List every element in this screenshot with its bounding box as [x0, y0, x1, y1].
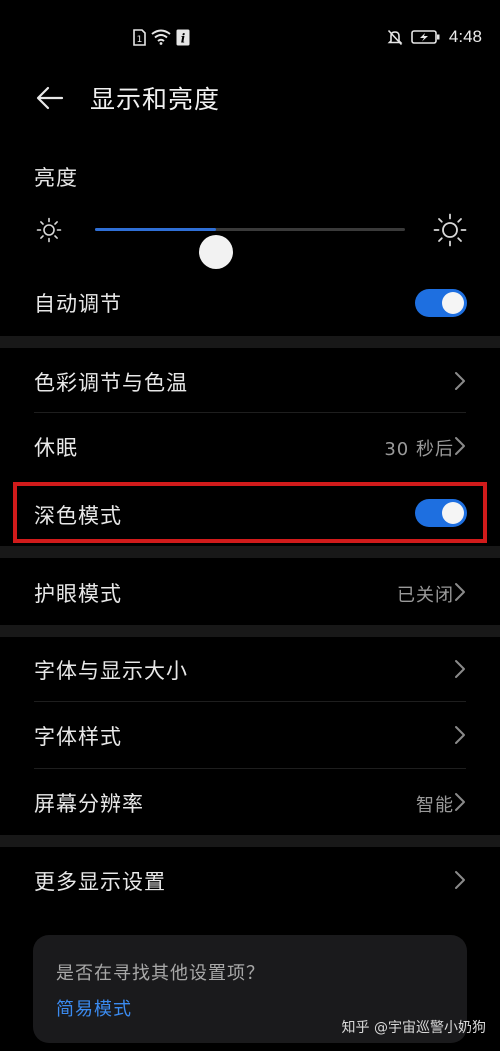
section-gap — [0, 546, 500, 558]
chevron-right-icon — [455, 372, 465, 390]
svg-text:1: 1 — [137, 35, 143, 45]
more-display-settings-label: 更多显示设置 — [34, 870, 166, 894]
chevron-right-icon — [455, 583, 465, 601]
resolution-value: 智能 — [416, 795, 454, 816]
brightness-slider-fill — [95, 228, 216, 231]
info-icon: i — [176, 29, 190, 45]
back-button[interactable] — [30, 78, 70, 118]
back-arrow-icon — [36, 86, 64, 110]
page-title: 显示和亮度 — [90, 85, 221, 114]
divider — [34, 768, 466, 769]
sun-small-icon — [36, 217, 62, 243]
more-display-settings-row[interactable]: 更多显示设置 — [0, 849, 500, 911]
sim-icon: 1 — [133, 28, 146, 46]
status-left-icons: 1 i — [133, 26, 190, 48]
resolution-row[interactable]: 屏幕分辨率 智能 — [0, 770, 500, 832]
font-style-row[interactable]: 字体样式 — [0, 703, 500, 767]
font-style-label: 字体样式 — [34, 725, 122, 749]
watermark: 知乎 @宇宙巡警小奶狗 — [341, 1020, 486, 1036]
highlight-box — [13, 482, 487, 543]
section-gap — [0, 835, 500, 847]
sleep-row[interactable]: 休眠 30 秒后 — [0, 414, 500, 478]
chevron-right-icon — [455, 793, 465, 811]
section-gap — [0, 336, 500, 348]
section-gap — [0, 625, 500, 637]
sun-large-icon — [433, 213, 467, 247]
chevron-right-icon — [455, 871, 465, 889]
divider — [34, 701, 466, 702]
font-size-row[interactable]: 字体与显示大小 — [0, 638, 500, 700]
mute-icon — [387, 29, 403, 45]
color-temperature-label: 色彩调节与色温 — [34, 371, 188, 395]
battery-charging-icon — [411, 30, 440, 44]
brightness-slider-thumb[interactable] — [198, 235, 233, 269]
svg-text:i: i — [181, 31, 186, 45]
sleep-value: 30 秒后 — [384, 439, 454, 460]
auto-adjust-label: 自动调节 — [34, 292, 122, 316]
suggestion-text: 是否在寻找其他设置项？ — [56, 963, 265, 984]
auto-adjust-toggle[interactable] — [415, 289, 467, 317]
header: 显示和亮度 — [0, 74, 500, 122]
sleep-label: 休眠 — [34, 436, 78, 460]
color-temperature-row[interactable]: 色彩调节与色温 — [0, 350, 500, 412]
chevron-right-icon — [455, 660, 465, 678]
wifi-icon — [151, 29, 171, 45]
eye-comfort-value: 已关闭 — [397, 585, 454, 606]
font-size-label: 字体与显示大小 — [34, 659, 188, 683]
status-right-icons: 4:48 — [387, 26, 482, 48]
status-bar: 1 i 4:48 — [0, 0, 500, 74]
status-time: 4:48 — [448, 27, 482, 46]
toggle-knob — [442, 292, 464, 314]
brightness-slider-row — [0, 205, 500, 269]
simple-mode-link[interactable]: 简易模式 — [56, 995, 132, 1021]
resolution-label: 屏幕分辨率 — [34, 792, 144, 816]
auto-adjust-row[interactable]: 自动调节 — [0, 276, 500, 330]
eye-comfort-row[interactable]: 护眼模式 已关闭 — [0, 560, 500, 622]
brightness-label: 亮度 — [34, 166, 78, 190]
chevron-right-icon — [455, 437, 465, 455]
eye-comfort-label: 护眼模式 — [34, 582, 122, 606]
divider — [34, 412, 466, 413]
brightness-slider-track[interactable] — [95, 228, 405, 269]
chevron-right-icon — [455, 726, 465, 744]
